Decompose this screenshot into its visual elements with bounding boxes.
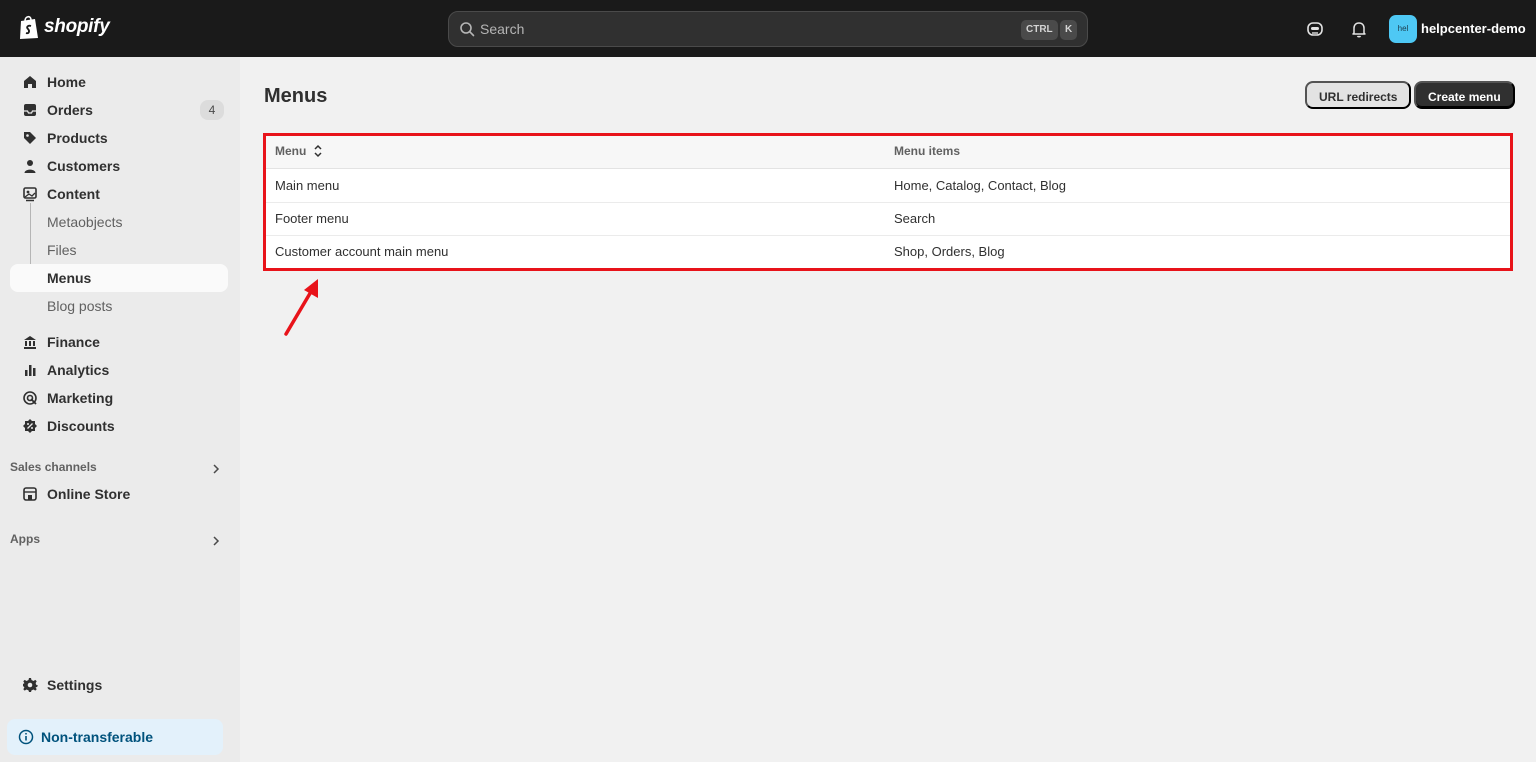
menu-items-column-header: Menu items — [894, 144, 961, 158]
discount-icon — [23, 419, 37, 433]
top-bar: shopify Search CTRL K hel helpcenter-dem… — [0, 0, 1536, 57]
sidebar-item-label: Products — [47, 130, 108, 146]
menu-items: Search — [894, 211, 936, 226]
sidebar-item-label: Files — [47, 242, 77, 258]
sidebar: Home Orders 4 Products Customers Content… — [0, 57, 240, 762]
sidebar-item-label: Marketing — [47, 390, 114, 406]
sidebar-item-orders[interactable]: Orders 4 — [10, 96, 228, 124]
bell-icon[interactable] — [1349, 19, 1369, 39]
menu-column-header[interactable]: Menu — [275, 144, 306, 158]
person-icon — [24, 160, 36, 173]
sidebar-item-marketing[interactable]: Marketing — [10, 384, 228, 412]
home-icon — [24, 76, 36, 88]
brand-name: shopify — [44, 16, 110, 37]
create-menu-button[interactable]: Create menu — [1414, 81, 1515, 109]
shop-name[interactable]: helpcenter-demo — [1421, 21, 1526, 36]
sidebar-item-label: Orders — [47, 102, 93, 118]
gear-icon — [23, 678, 38, 692]
menu-items: Shop, Orders, Blog — [894, 244, 1005, 259]
menu-name[interactable]: Footer menu — [275, 211, 349, 226]
chevron-right-icon[interactable] — [210, 463, 222, 475]
menu-name[interactable]: Main menu — [275, 178, 339, 193]
non-transferable-label: Non-transferable — [41, 729, 154, 745]
shopify-bag-icon — [20, 15, 38, 39]
annotation-arrow-icon — [284, 279, 318, 336]
info-icon — [18, 729, 34, 745]
sidebar-item-menus[interactable]: Menus — [10, 264, 228, 292]
menu-name[interactable]: Customer account main menu — [275, 244, 448, 259]
page-title: Menus — [264, 85, 328, 107]
apps-heading[interactable]: Apps — [10, 532, 40, 546]
shortcut-k-key: K — [1060, 20, 1078, 40]
sidebar-item-label: Analytics — [47, 362, 110, 378]
chevron-right-icon[interactable] — [210, 535, 222, 547]
sidebar-item-label: Home — [47, 74, 86, 90]
content-icon — [23, 187, 37, 202]
sidebar-item-online-store[interactable]: Online Store — [10, 480, 228, 508]
table-header: Menu Menu items — [265, 135, 1510, 169]
orders-count-badge: 4 — [200, 100, 224, 120]
sidebar-item-files[interactable]: Files — [10, 236, 228, 264]
sidebar-item-content[interactable]: Content — [10, 180, 228, 208]
tag-icon — [24, 132, 36, 144]
shopify-logo[interactable]: shopify — [18, 14, 110, 40]
sidebar-item-products[interactable]: Products — [10, 124, 228, 152]
bank-icon — [24, 336, 36, 349]
sidebar-item-label: Customers — [47, 158, 121, 174]
sidebar-item-label: Metaobjects — [47, 214, 123, 230]
target-icon — [23, 391, 37, 405]
search-icon — [460, 22, 475, 37]
sidekick-icon[interactable] — [1305, 19, 1325, 39]
sidebar-item-label: Blog posts — [47, 298, 113, 314]
sidebar-item-home[interactable]: Home — [10, 68, 228, 96]
bar-chart-icon — [25, 365, 36, 376]
sidebar-item-settings[interactable]: Settings — [10, 671, 228, 699]
sidebar-item-metaobjects[interactable]: Metaobjects — [10, 208, 228, 236]
table-row[interactable]: Customer account main menu Shop, Orders,… — [265, 236, 1510, 268]
inbox-icon — [24, 104, 36, 116]
sort-icon[interactable] — [313, 144, 323, 158]
sidebar-item-customers[interactable]: Customers — [10, 152, 228, 180]
store-icon — [23, 487, 37, 501]
sales-channels-heading[interactable]: Sales channels — [10, 460, 97, 474]
sidebar-item-label: Finance — [47, 334, 100, 350]
non-transferable-banner[interactable]: Non-transferable — [7, 719, 223, 755]
sidebar-item-label: Content — [47, 186, 100, 202]
sidebar-item-finance[interactable]: Finance — [10, 328, 228, 356]
url-redirects-button[interactable]: URL redirects — [1305, 81, 1412, 109]
sidebar-item-label: Menus — [47, 270, 92, 286]
sidebar-item-label: Online Store — [47, 486, 131, 502]
shortcut-ctrl-key: CTRL — [1021, 20, 1058, 40]
search-bar[interactable]: Search CTRL K — [448, 11, 1088, 47]
sidebar-item-discounts[interactable]: Discounts — [10, 412, 228, 440]
menu-items: Home, Catalog, Contact, Blog — [894, 178, 1066, 193]
menus-table: Menu Menu items Main menu Home, Catalog,… — [265, 135, 1510, 268]
table-row[interactable]: Main menu Home, Catalog, Contact, Blog — [265, 170, 1510, 203]
sidebar-item-label: Settings — [47, 677, 103, 693]
search-placeholder: Search — [480, 21, 525, 37]
sidebar-item-blog-posts[interactable]: Blog posts — [10, 292, 228, 320]
sidebar-item-label: Discounts — [47, 418, 115, 434]
table-row[interactable]: Footer menu Search — [265, 203, 1510, 236]
sidebar-item-analytics[interactable]: Analytics — [10, 356, 228, 384]
shop-avatar[interactable]: hel — [1389, 15, 1417, 43]
